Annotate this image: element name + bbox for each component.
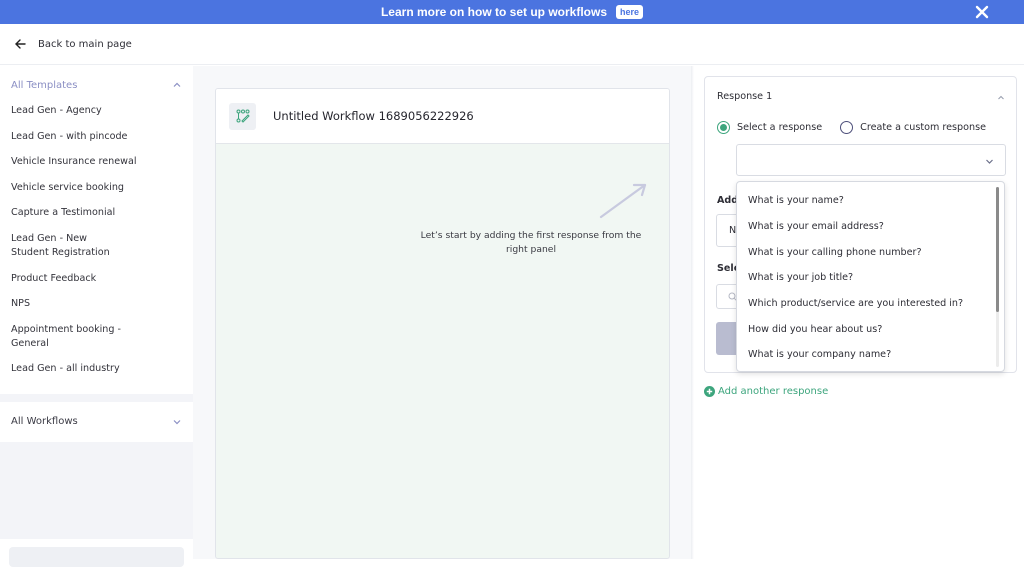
workflows-section: All Workflows	[0, 401, 193, 442]
panel-divider	[691, 66, 694, 559]
banner-text: Learn more on how to set up workflows	[380, 5, 607, 19]
template-item[interactable]: Lead Gen - with pincode	[0, 130, 170, 144]
all-workflows-label: All Workflows	[11, 416, 78, 428]
radio-select-response-label[interactable]: Select a response	[737, 122, 822, 133]
template-item[interactable]: Product Feedback	[0, 272, 170, 286]
template-item[interactable]: Vehicle Insurance renewal	[0, 155, 170, 169]
back-arrow-icon[interactable]	[13, 37, 27, 51]
dropdown-scrollbar-thumb[interactable]	[996, 187, 999, 312]
response-title: Response 1	[717, 91, 773, 102]
add-another-response-label: Add another response	[718, 386, 829, 397]
workflow-edit-icon	[236, 109, 250, 123]
workflow-card-header: Untitled Workflow 1689056222926	[216, 89, 669, 144]
chevron-up-icon[interactable]	[996, 93, 1006, 103]
top-bar: Back to main page	[0, 24, 1024, 65]
all-templates-header[interactable]: All Templates	[0, 66, 193, 104]
dropdown-option[interactable]: How did you hear about us?	[737, 316, 1004, 342]
template-item[interactable]: Appointment booking - General	[0, 323, 170, 351]
all-templates-label: All Templates	[11, 79, 78, 91]
template-item[interactable]: NPS	[0, 297, 170, 311]
chevron-up-icon[interactable]	[172, 80, 182, 90]
dropdown-option[interactable]: What is your job title?	[737, 265, 1004, 291]
dropdown-option[interactable]: What is your name?	[737, 188, 1004, 214]
workflow-title[interactable]: Untitled Workflow 1689056222926	[273, 109, 474, 123]
chevron-down-icon[interactable]	[984, 156, 995, 167]
sidebar-footer-button[interactable]	[9, 547, 184, 567]
template-item[interactable]: Lead Gen - New Student Registration	[0, 232, 130, 260]
radio-select-response[interactable]	[717, 121, 730, 134]
template-item[interactable]: Lead Gen - all industry	[0, 362, 170, 376]
dropdown-option[interactable]: Which product/service are you interested…	[737, 291, 1004, 317]
plus-circle-icon	[704, 386, 715, 397]
template-item[interactable]: Lead Gen - Agency	[0, 104, 170, 118]
info-banner: Learn more on how to set up workflows he…	[0, 0, 1024, 24]
response-dropdown-menu: What is your name? What is your email ad…	[736, 181, 1005, 372]
banner-here-link[interactable]: here	[616, 5, 644, 19]
response-select[interactable]	[736, 144, 1006, 176]
chevron-down-icon[interactable]	[172, 417, 182, 427]
back-to-main-link[interactable]: Back to main page	[38, 39, 132, 50]
dropdown-option[interactable]: What is your calling phone number?	[737, 239, 1004, 265]
workflow-icon	[229, 102, 256, 130]
add-another-response-button[interactable]: Add another response	[704, 386, 828, 397]
templates-section: All Templates Lead Gen - Agency Lead Gen…	[0, 66, 193, 394]
radio-custom-response-label[interactable]: Create a custom response	[860, 122, 986, 133]
response-type-radios: Select a response Create a custom respon…	[717, 121, 986, 134]
templates-list: Lead Gen - Agency Lead Gen - with pincod…	[0, 104, 193, 394]
empty-state-hint: Let’s start by adding the first response…	[420, 230, 642, 255]
dropdown-option[interactable]: What is your email address?	[737, 214, 1004, 240]
template-item[interactable]: Vehicle service booking	[0, 181, 170, 195]
radio-custom-response[interactable]	[840, 121, 854, 134]
dropdown-option[interactable]: What is your company name?	[737, 342, 1004, 368]
template-item[interactable]: Capture a Testimonial	[0, 206, 170, 220]
arrow-up-right-icon	[599, 183, 647, 219]
all-workflows-header[interactable]: All Workflows	[0, 402, 193, 442]
close-icon[interactable]	[973, 3, 991, 21]
add-field-label: Add	[717, 195, 739, 206]
sidebar: All Templates Lead Gen - Agency Lead Gen…	[0, 66, 193, 567]
workflow-card: Untitled Workflow 1689056222926	[215, 88, 670, 559]
sidebar-footer	[0, 539, 193, 567]
